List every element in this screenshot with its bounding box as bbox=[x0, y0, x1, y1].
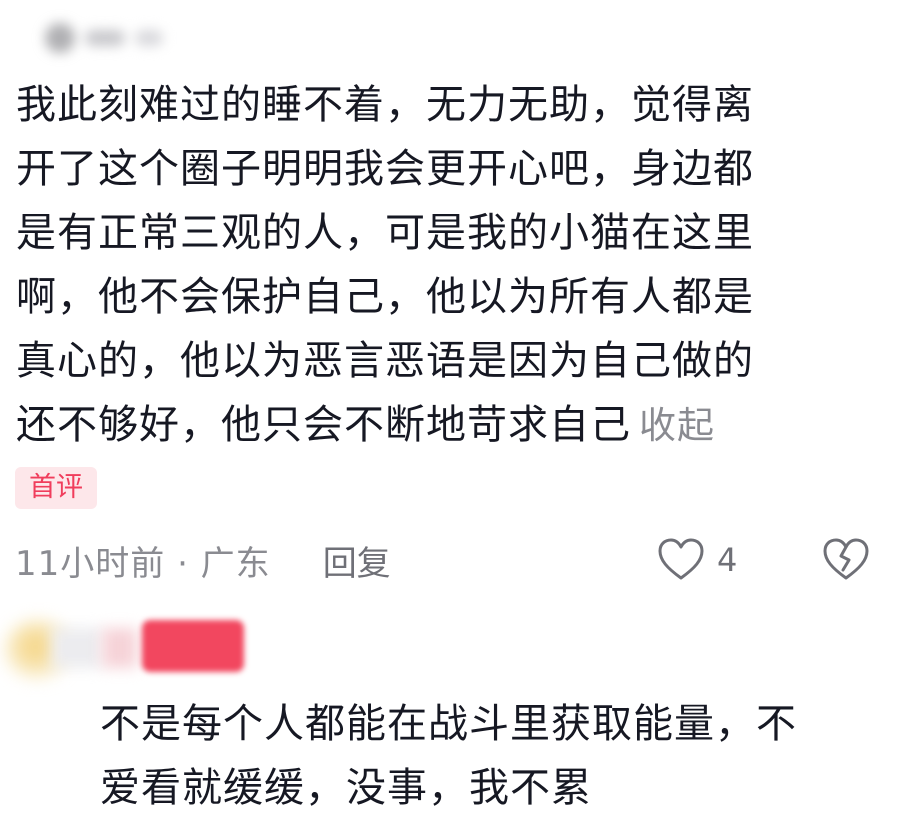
comment-time-location: 11小时前 · 广东 bbox=[15, 543, 271, 584]
like-count: 4 bbox=[717, 541, 738, 579]
like-button[interactable]: 4 bbox=[657, 532, 737, 588]
comment-author-blurred bbox=[45, 20, 205, 56]
first-comment-badge: 首评 bbox=[15, 467, 97, 509]
reply-button[interactable]: 回复 bbox=[323, 536, 391, 585]
reply-author-blurred-2 bbox=[102, 628, 137, 668]
comment-meta-row: 11小时前 · 广东 回复 4 bbox=[15, 532, 895, 588]
broken-heart-icon[interactable] bbox=[821, 538, 871, 582]
comment-text: 我此刻难过的睡不着，无力无助，觉得离 开了这个圈子明明我会更开心吧，身边都 是有… bbox=[16, 82, 754, 448]
reply-author-blurred bbox=[52, 628, 102, 668]
heart-outline-icon[interactable] bbox=[657, 538, 705, 582]
reply-text: 不是每个人都能在战斗里获取能量，不 爱看就缓缓，没事，我不累 bbox=[100, 701, 797, 811]
collapse-button[interactable]: 收起 bbox=[639, 404, 715, 447]
reply-author-redacted bbox=[142, 620, 244, 672]
comment-body: 我此刻难过的睡不着，无力无助，觉得离 开了这个圈子明明我会更开心吧，身边都 是有… bbox=[16, 73, 846, 458]
